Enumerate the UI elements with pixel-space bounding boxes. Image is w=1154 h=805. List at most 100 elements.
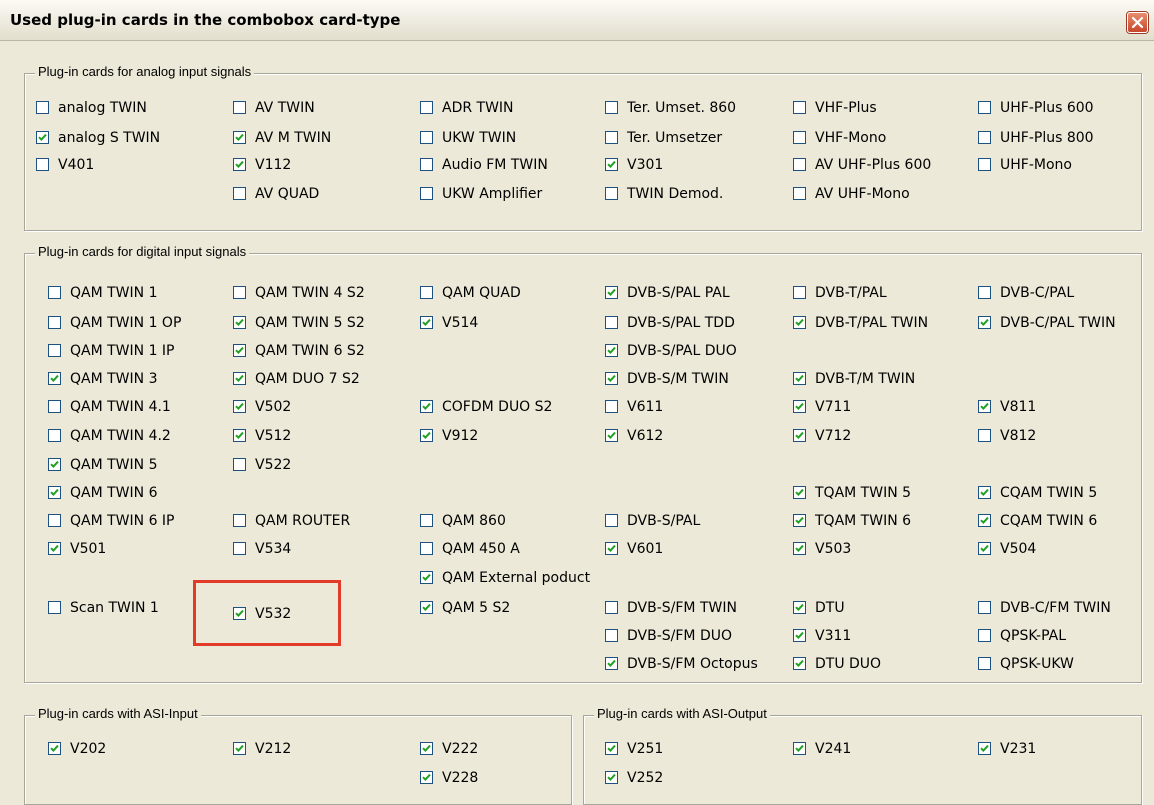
checkbox-label: V212 (255, 741, 292, 757)
checkbox-label: DVB-T/M TWIN (815, 371, 916, 387)
checkbox-unchecked[interactable] (605, 101, 618, 114)
checkbox-checked[interactable] (233, 400, 246, 413)
checkbox-checked[interactable] (793, 601, 806, 614)
checkbox-checked[interactable] (420, 400, 433, 413)
checkbox-checked[interactable] (605, 372, 618, 385)
checkbox-unchecked[interactable] (48, 601, 61, 614)
checkbox-unchecked[interactable] (420, 286, 433, 299)
checkbox-unchecked[interactable] (793, 158, 806, 171)
checkbox-unchecked[interactable] (978, 131, 991, 144)
checkbox-unchecked[interactable] (978, 101, 991, 114)
checkbox-unchecked[interactable] (48, 316, 61, 329)
checkbox-checked[interactable] (793, 400, 806, 413)
checkbox-unchecked[interactable] (978, 286, 991, 299)
checkbox-unchecked[interactable] (48, 400, 61, 413)
checkbox-unchecked[interactable] (605, 601, 618, 614)
checkbox-checked[interactable] (605, 344, 618, 357)
checkbox-checked[interactable] (978, 514, 991, 527)
checkbox-unchecked[interactable] (793, 101, 806, 114)
checkbox-unchecked[interactable] (978, 657, 991, 670)
checkbox-checked[interactable] (793, 316, 806, 329)
checkbox-unchecked[interactable] (978, 629, 991, 642)
checkbox-checked[interactable] (793, 514, 806, 527)
checkbox-unchecked[interactable] (233, 187, 246, 200)
checkbox-unchecked[interactable] (233, 101, 246, 114)
checkbox-checked[interactable] (605, 742, 618, 755)
checkbox-checked[interactable] (793, 657, 806, 670)
checkbox-checked[interactable] (48, 542, 61, 555)
checkbox-checked[interactable] (793, 629, 806, 642)
checkbox-unchecked[interactable] (793, 187, 806, 200)
checkbox-checked[interactable] (978, 486, 991, 499)
checkbox-unchecked[interactable] (48, 514, 61, 527)
group-label-asi-output: Plug-in cards with ASI-Output (594, 706, 770, 721)
checkbox-checked[interactable] (420, 601, 433, 614)
checkbox-unchecked[interactable] (233, 542, 246, 555)
checkbox-unchecked[interactable] (605, 131, 618, 144)
checkbox-checked[interactable] (605, 542, 618, 555)
checkbox-checked[interactable] (605, 657, 618, 670)
checkbox-checked[interactable] (233, 742, 246, 755)
checkbox-unchecked[interactable] (48, 286, 61, 299)
checkbox-checked[interactable] (420, 571, 433, 584)
checkbox-unchecked[interactable] (48, 429, 61, 442)
checkbox-checked[interactable] (420, 429, 433, 442)
checkbox-checked[interactable] (605, 429, 618, 442)
checkbox-unchecked[interactable] (605, 316, 618, 329)
checkbox-checked[interactable] (978, 742, 991, 755)
checkbox-unchecked[interactable] (420, 158, 433, 171)
checkbox-unchecked[interactable] (793, 131, 806, 144)
checkbox-checked[interactable] (233, 372, 246, 385)
checkbox-unchecked[interactable] (420, 101, 433, 114)
checkbox-unchecked[interactable] (605, 629, 618, 642)
checkbox-checked[interactable] (233, 316, 246, 329)
checkbox-unchecked[interactable] (420, 131, 433, 144)
checkbox-checked[interactable] (978, 316, 991, 329)
checkbox-checked[interactable] (36, 131, 49, 144)
checkbox-unchecked[interactable] (420, 514, 433, 527)
checkbox-unchecked[interactable] (420, 542, 433, 555)
checkbox-checked[interactable] (793, 372, 806, 385)
close-button[interactable] (1127, 12, 1148, 33)
checkbox-checked[interactable] (978, 542, 991, 555)
checkbox-unchecked[interactable] (978, 158, 991, 171)
checkbox-checked[interactable] (420, 742, 433, 755)
checkbox-label: DVB-S/PAL DUO (627, 343, 737, 359)
checkbox-checked[interactable] (48, 458, 61, 471)
checkbox-checked[interactable] (605, 771, 618, 784)
checkbox-checked[interactable] (793, 429, 806, 442)
checkbox-checked[interactable] (605, 286, 618, 299)
checkbox-unchecked[interactable] (978, 429, 991, 442)
checkbox-checked[interactable] (48, 742, 61, 755)
checkbox-unchecked[interactable] (233, 286, 246, 299)
checkbox-unchecked[interactable] (233, 458, 246, 471)
checkbox-checked[interactable] (420, 771, 433, 784)
checkbox-checked[interactable] (978, 400, 991, 413)
checkbox-checked[interactable] (233, 131, 246, 144)
checkbox-label: UHF-Plus 800 (1000, 130, 1094, 146)
checkbox-unchecked[interactable] (978, 601, 991, 614)
checkbox-checked[interactable] (793, 486, 806, 499)
checkbox-checked[interactable] (233, 158, 246, 171)
checkbox-unchecked[interactable] (36, 158, 49, 171)
checkbox-checked[interactable] (233, 429, 246, 442)
checkbox-unchecked[interactable] (48, 344, 61, 357)
checkbox-unchecked[interactable] (420, 187, 433, 200)
checkbox-checked[interactable] (793, 542, 806, 555)
dialog-title: Used plug-in cards in the combobox card-… (10, 11, 401, 29)
checkbox-unchecked[interactable] (36, 101, 49, 114)
checkmark-icon (38, 133, 47, 142)
checkbox-checked[interactable] (48, 486, 61, 499)
checkbox-checked[interactable] (420, 316, 433, 329)
checkbox-checked[interactable] (793, 742, 806, 755)
checkbox-unchecked[interactable] (793, 286, 806, 299)
checkbox-unchecked[interactable] (605, 400, 618, 413)
checkbox-checked[interactable] (48, 372, 61, 385)
checkbox-unchecked[interactable] (605, 187, 618, 200)
checkbox-checked[interactable] (605, 158, 618, 171)
checkbox-unchecked[interactable] (605, 514, 618, 527)
checkmark-icon (235, 374, 244, 383)
checkbox-checked[interactable] (233, 344, 246, 357)
checkbox-unchecked[interactable] (233, 514, 246, 527)
group-label-asi-input: Plug-in cards with ASI-Input (35, 706, 201, 721)
